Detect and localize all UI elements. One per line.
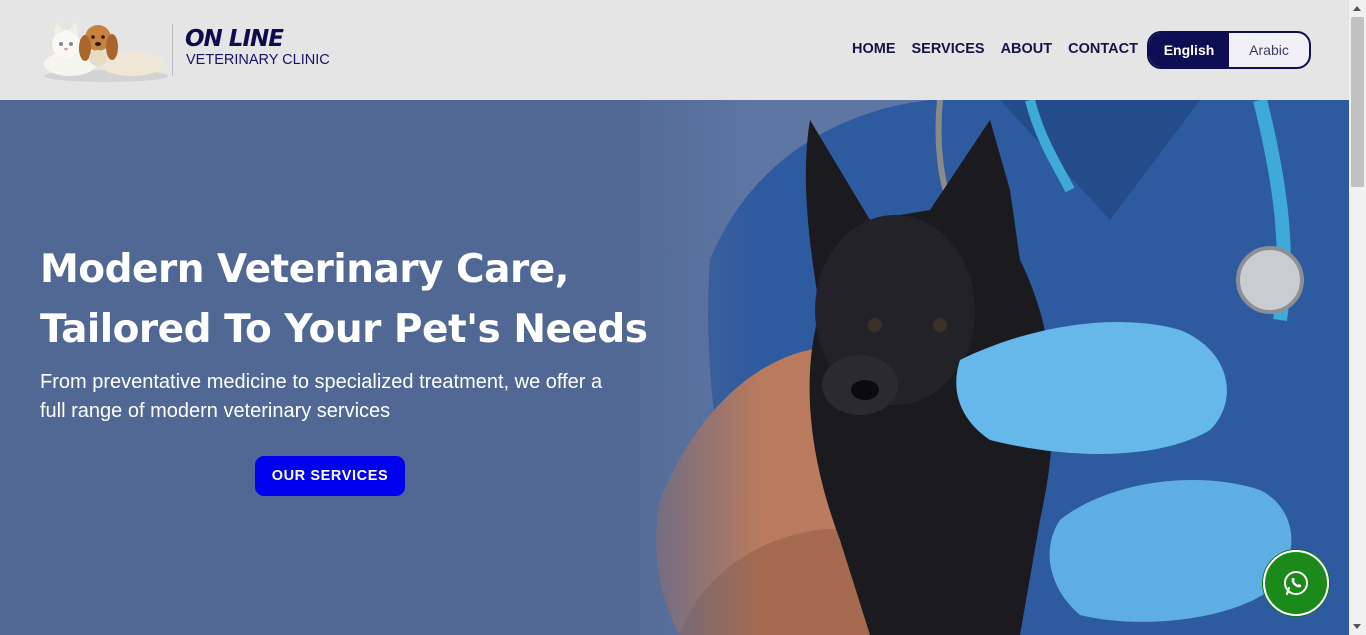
hero-heading: Modern Veterinary Care, Tailored To Your… [40,240,680,360]
nav-services-link[interactable]: SERVICES [912,41,985,57]
language-switcher: English Arabic [1147,31,1311,69]
cat-and-dog-logo-image [44,22,168,82]
our-services-button[interactable]: OUR SERVICES [255,456,405,496]
brand-title: ON LINE [185,26,284,52]
logo-divider [172,24,173,76]
whatsapp-icon [1284,570,1308,596]
whatsapp-chat-button[interactable] [1263,550,1329,616]
vertical-scrollbar[interactable] [1349,0,1366,635]
brand-subtitle: VETERINARY CLINIC [186,52,330,68]
main-nav: HOME SERVICES ABOUT CONTACT [852,41,1154,57]
scroll-up-arrow-icon[interactable] [1353,6,1361,11]
nav-contact-link[interactable]: CONTACT [1068,41,1138,57]
nav-about-link[interactable]: ABOUT [1001,41,1053,57]
hero-heading-line-1: Modern Veterinary Care, [40,247,570,292]
clinic-logo[interactable]: ON LINE VETERINARY CLINIC [40,18,340,84]
nav-home-link[interactable]: HOME [852,41,896,57]
language-arabic-button[interactable]: Arabic [1229,33,1309,67]
site-header: ON LINE VETERINARY CLINIC HOME SERVICES … [0,0,1349,100]
hero-section: Modern Veterinary Care, Tailored To Your… [0,100,1349,635]
scrollbar-thumb[interactable] [1351,17,1364,187]
hero-subtitle: From preventative medicine to specialize… [40,371,603,422]
scroll-down-arrow-icon[interactable] [1353,624,1361,629]
language-english-button[interactable]: English [1149,33,1229,67]
hero-heading-line-2: Tailored To Your Pet's Needs [40,307,648,352]
